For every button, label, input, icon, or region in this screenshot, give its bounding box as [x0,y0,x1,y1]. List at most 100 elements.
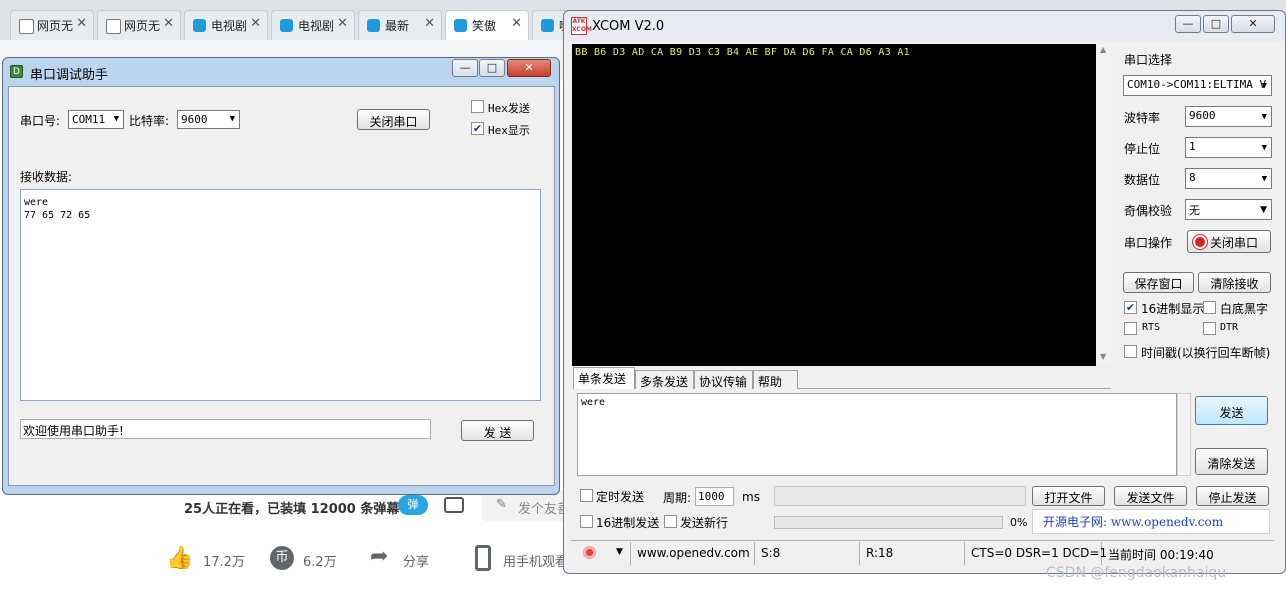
tab-protocol[interactable]: 协议传输 [694,370,753,389]
baud-select[interactable]: 9600 ▼ [1185,106,1272,127]
open-file-button[interactable]: 打开文件 [1032,486,1105,506]
phone-icon [475,545,491,571]
page-icon [106,19,121,34]
status-url[interactable]: www.openedv.com [631,542,755,565]
parity-label: 奇偶校验 [1124,204,1173,218]
baud-select[interactable]: 9600 ▼ [177,110,240,129]
port-select[interactable]: COM11 ▼ [68,110,124,129]
close-icon[interactable]: ✕ [250,16,261,31]
scroll-down-icon[interactable]: ▼ [1100,352,1106,361]
terminal-scrollbar[interactable] [1097,44,1111,366]
close-button[interactable]: ✕ [1231,15,1275,33]
clear-send-button[interactable]: 清除发送 [1195,448,1268,475]
xcom-send-button[interactable]: 发送 [1195,396,1268,425]
white-bg-label: 白底黑字 [1220,302,1269,316]
file-path-field[interactable] [774,486,1026,506]
timed-send-checkbox[interactable] [580,489,593,502]
tab-multi-send[interactable]: 多条发送 [635,370,694,389]
like-icon[interactable]: 👍 [166,546,193,571]
hex-send-checkbox[interactable] [580,515,593,528]
white-bg-checkbox[interactable] [1203,301,1216,314]
send-scrollbar[interactable] [1177,393,1191,476]
clear-receive-button[interactable]: 清除接收 [1198,272,1271,293]
minimize-button[interactable]: — [1175,15,1201,33]
app-icon: D [10,65,23,78]
dtr-checkbox[interactable] [1203,322,1216,335]
dropdown-arrow-icon: ▼ [229,114,235,124]
xcom-title: XCOM V2.0 [592,19,665,34]
send-newline-checkbox[interactable] [664,515,677,528]
port-op-label: 串口操作 [1124,236,1173,250]
minimize-button[interactable]: — [452,59,478,77]
browser-tab-label: 网页无 [37,19,74,33]
browser-tab-active[interactable]: 笑傲 ✕ [445,10,529,40]
hex-send-checkbox[interactable] [471,100,484,113]
close-icon[interactable]: ✕ [424,16,435,31]
baud-select-value: 9600 [1189,109,1216,122]
share-label: 分享 [403,555,430,570]
send-progress-bar [774,516,1003,529]
status-time: 当前时间 00:19:40 [1108,548,1214,562]
hex-display-checkbox[interactable]: ✔ [1124,301,1137,314]
browser-tab-label: 电视剧 [298,19,335,33]
tab-help[interactable]: 帮助 [753,370,798,389]
close-icon[interactable]: ✕ [511,16,522,31]
scroll-up-icon[interactable]: ▲ [1100,45,1106,54]
close-icon[interactable]: ✕ [163,16,174,31]
window-title: 串口调试助手 [30,68,109,83]
bilibili-icon [193,19,206,32]
hex-show-checkbox[interactable]: ✔ [471,122,484,135]
browser-tab-label: 网页无 [124,19,161,33]
progress-text: 0% [1010,516,1028,529]
databits-select-value: 8 [1189,171,1196,184]
status-lines: CTS=0 DSR=1 DCD=1 [965,542,1107,565]
record-icon [1193,235,1207,249]
parity-select-value: 无 [1189,204,1200,217]
receive-terminal[interactable] [572,44,1096,366]
send-textarea[interactable] [577,393,1177,476]
coin-icon[interactable]: 币 [270,546,294,570]
status-settings[interactable]: ▼ [573,542,631,565]
danmaku-settings-icon[interactable] [444,497,464,513]
maximize-button[interactable]: □ [479,59,505,77]
browser-tab[interactable]: 网页无 ✕ [97,10,181,40]
dropdown-arrow-icon: ▼ [616,547,623,557]
timed-send-label: 定时发送 [596,490,645,504]
xcom-close-port-button[interactable]: 关闭串口 [1187,230,1271,253]
port-select[interactable]: COM10->COM11:ELTIMA V ▼ [1123,75,1272,96]
browser-tab[interactable]: 网页无 ✕ [10,10,94,40]
browser-tab-label: 电视剧 [211,19,248,33]
stopbits-select[interactable]: 1 ▼ [1185,137,1272,158]
stop-send-button[interactable]: 停止发送 [1196,486,1269,506]
tab-single-send[interactable]: 单条发送 [573,367,635,389]
receive-line: 77 65 72 65 [24,210,91,221]
stopbits-select-value: 1 [1189,140,1196,153]
port-select-value: COM10->COM11:ELTIMA V [1127,78,1267,91]
close-button[interactable]: ✕ [507,59,551,77]
receive-textarea[interactable] [20,189,541,401]
baud-label: 比特率: [129,114,170,128]
viewer-count: 25人正在看，已装填 12000 条弹幕 [184,502,400,517]
period-unit: ms [742,490,760,504]
danmaku-toggle[interactable]: 弹 [398,495,428,515]
maximize-button[interactable]: □ [1203,15,1229,33]
rts-checkbox[interactable] [1124,322,1137,335]
parity-select[interactable]: 无 ▼ [1185,199,1272,220]
browser-tab[interactable]: 最新 ✕ [358,10,442,40]
receive-line: were [24,197,49,208]
phone-watch-label[interactable]: 用手机观看 [503,551,563,570]
browser-tab[interactable]: 电视剧 ✕ [271,10,355,40]
pen-icon: ✎ [496,497,507,512]
browser-tab[interactable]: 电视剧 ✕ [184,10,268,40]
close-icon[interactable]: ✕ [76,16,87,31]
close-port-button[interactable]: 关闭串口 [357,109,430,130]
save-window-button[interactable]: 保存窗口 [1123,272,1194,293]
terminal-text: BB B6 D3 AD CA B9 D3 C3 B4 AE BF DA D6 F… [575,47,910,58]
send-button[interactable]: 发 送 [461,420,534,441]
send-file-button[interactable]: 发送文件 [1114,486,1187,506]
databits-select[interactable]: 8 ▼ [1185,168,1272,189]
website-banner[interactable]: 开源电子网: www.openedv.com [1043,513,1223,530]
timestamp-checkbox[interactable] [1124,345,1137,358]
close-icon[interactable]: ✕ [337,16,348,31]
share-icon[interactable]: ➦ [370,544,388,569]
